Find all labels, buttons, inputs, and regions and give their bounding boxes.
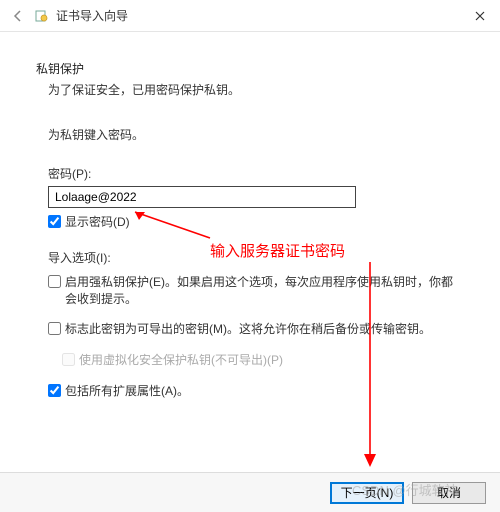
password-group: 密码(P): 显示密码(D) xyxy=(48,165,464,231)
option-vbs: 使用虚拟化安全保护私钥(不可导出)(P) xyxy=(62,352,464,369)
content-area: 私钥保护 为了保证安全，已用密码保护私钥。 为私钥键入密码。 密码(P): 显示… xyxy=(0,32,500,400)
vbs-checkbox xyxy=(62,353,75,366)
titlebar: 证书导入向导 xyxy=(0,0,500,32)
options-label: 导入选项(I): xyxy=(48,249,464,266)
show-password-checkbox[interactable] xyxy=(48,215,61,228)
password-label: 密码(P): xyxy=(48,165,464,182)
show-password-label: 显示密码(D) xyxy=(65,214,130,231)
option-all-ext: 包括所有扩展属性(A)。 xyxy=(48,383,464,400)
certificate-icon xyxy=(34,8,50,24)
strong-protect-checkbox[interactable] xyxy=(48,275,61,288)
cancel-button[interactable]: 取消 xyxy=(412,482,486,504)
close-icon[interactable] xyxy=(460,0,500,32)
option-strong-protect: 启用强私钥保护(E)。如果启用这个选项，每次应用程序使用私钥时，你都会收到提示。 xyxy=(48,274,464,308)
import-options: 导入选项(I): 启用强私钥保护(E)。如果启用这个选项，每次应用程序使用私钥时… xyxy=(48,249,464,400)
exportable-label: 标志此密钥为可导出的密钥(M)。这将允许你在稍后备份或传输密钥。 xyxy=(65,321,431,338)
strong-protect-label: 启用强私钥保护(E)。如果启用这个选项，每次应用程序使用私钥时，你都会收到提示。 xyxy=(65,274,464,308)
next-button[interactable]: 下一页(N) xyxy=(330,482,404,504)
password-input[interactable] xyxy=(48,186,356,208)
option-exportable: 标志此密钥为可导出的密钥(M)。这将允许你在稍后备份或传输密钥。 xyxy=(48,321,464,338)
window-title: 证书导入向导 xyxy=(56,7,128,24)
all-ext-label: 包括所有扩展属性(A)。 xyxy=(65,383,189,400)
exportable-checkbox[interactable] xyxy=(48,322,61,335)
password-prompt: 为私钥键入密码。 xyxy=(48,126,464,143)
all-ext-checkbox[interactable] xyxy=(48,384,61,397)
vbs-label: 使用虚拟化安全保护私钥(不可导出)(P) xyxy=(79,352,283,369)
show-password-row: 显示密码(D) xyxy=(48,214,464,231)
section-desc: 为了保证安全，已用密码保护私钥。 xyxy=(48,81,464,98)
back-arrow-icon[interactable] xyxy=(8,6,28,26)
footer: 下一页(N) 取消 xyxy=(0,472,500,512)
section-title: 私钥保护 xyxy=(36,60,464,77)
